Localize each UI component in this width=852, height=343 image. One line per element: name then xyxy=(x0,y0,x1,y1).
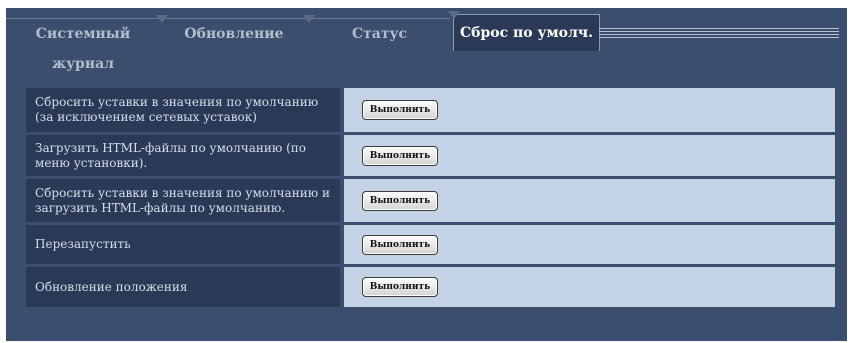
row-action-cell: Выполнить xyxy=(344,225,835,264)
row-label: Обновление положения xyxy=(26,267,340,307)
page: Системный журнал Обновление Статус Сброс… xyxy=(0,0,852,343)
reset-row-restart: Перезапустить Выполнить xyxy=(26,225,835,264)
tab-bar: Системный журнал Обновление Статус Сброс… xyxy=(6,8,847,72)
row-label: Загрузить HTML-файлы по умолчанию (по ме… xyxy=(26,135,340,176)
row-action-cell: Выполнить xyxy=(344,179,835,222)
row-action-cell: Выполнить xyxy=(344,267,835,307)
row-label-text: Обновление положения xyxy=(35,279,188,294)
row-label: Сбросить уставки в значения по умолчанию… xyxy=(26,179,340,222)
reset-row-position-refresh: Обновление положения Выполнить xyxy=(26,267,835,307)
tab-reset-defaults[interactable]: Сброс по умолч. xyxy=(448,11,600,51)
execute-reset-all-button[interactable]: Выполнить xyxy=(362,190,438,211)
reset-row-settings-and-html: Сбросить уставки в значения по умолчанию… xyxy=(26,179,835,222)
execute-reset-settings-button[interactable]: Выполнить xyxy=(362,100,438,120)
row-action-cell: Выполнить xyxy=(344,135,835,176)
row-label-text: Загрузить HTML-файлы по умолчанию (по ме… xyxy=(35,140,307,170)
row-label-text: Перезапустить xyxy=(35,237,131,251)
tab-status[interactable]: Статус xyxy=(303,15,450,49)
row-label: Перезапустить xyxy=(26,225,340,264)
row-label-text: Сбросить уставки в значения по умолчанию… xyxy=(35,95,319,124)
row-action-cell: Выполнить xyxy=(344,88,835,132)
execute-restart-button[interactable]: Выполнить xyxy=(362,234,438,255)
row-label-text: Сбросить уставки в значения по умолчанию… xyxy=(35,185,330,215)
reset-row-html: Загрузить HTML-файлы по умолчанию (по ме… xyxy=(26,135,835,176)
row-label: Сбросить уставки в значения по умолчанию… xyxy=(26,88,340,132)
tab-update[interactable]: Обновление xyxy=(156,15,306,49)
reset-row-settings: Сбросить уставки в значения по умолчанию… xyxy=(26,88,835,132)
tab-bar-decoration xyxy=(599,28,839,40)
execute-position-refresh-button[interactable]: Выполнить xyxy=(362,277,438,297)
execute-load-html-button[interactable]: Выполнить xyxy=(362,145,438,166)
tab-system-log[interactable]: Системный журнал xyxy=(6,18,160,72)
